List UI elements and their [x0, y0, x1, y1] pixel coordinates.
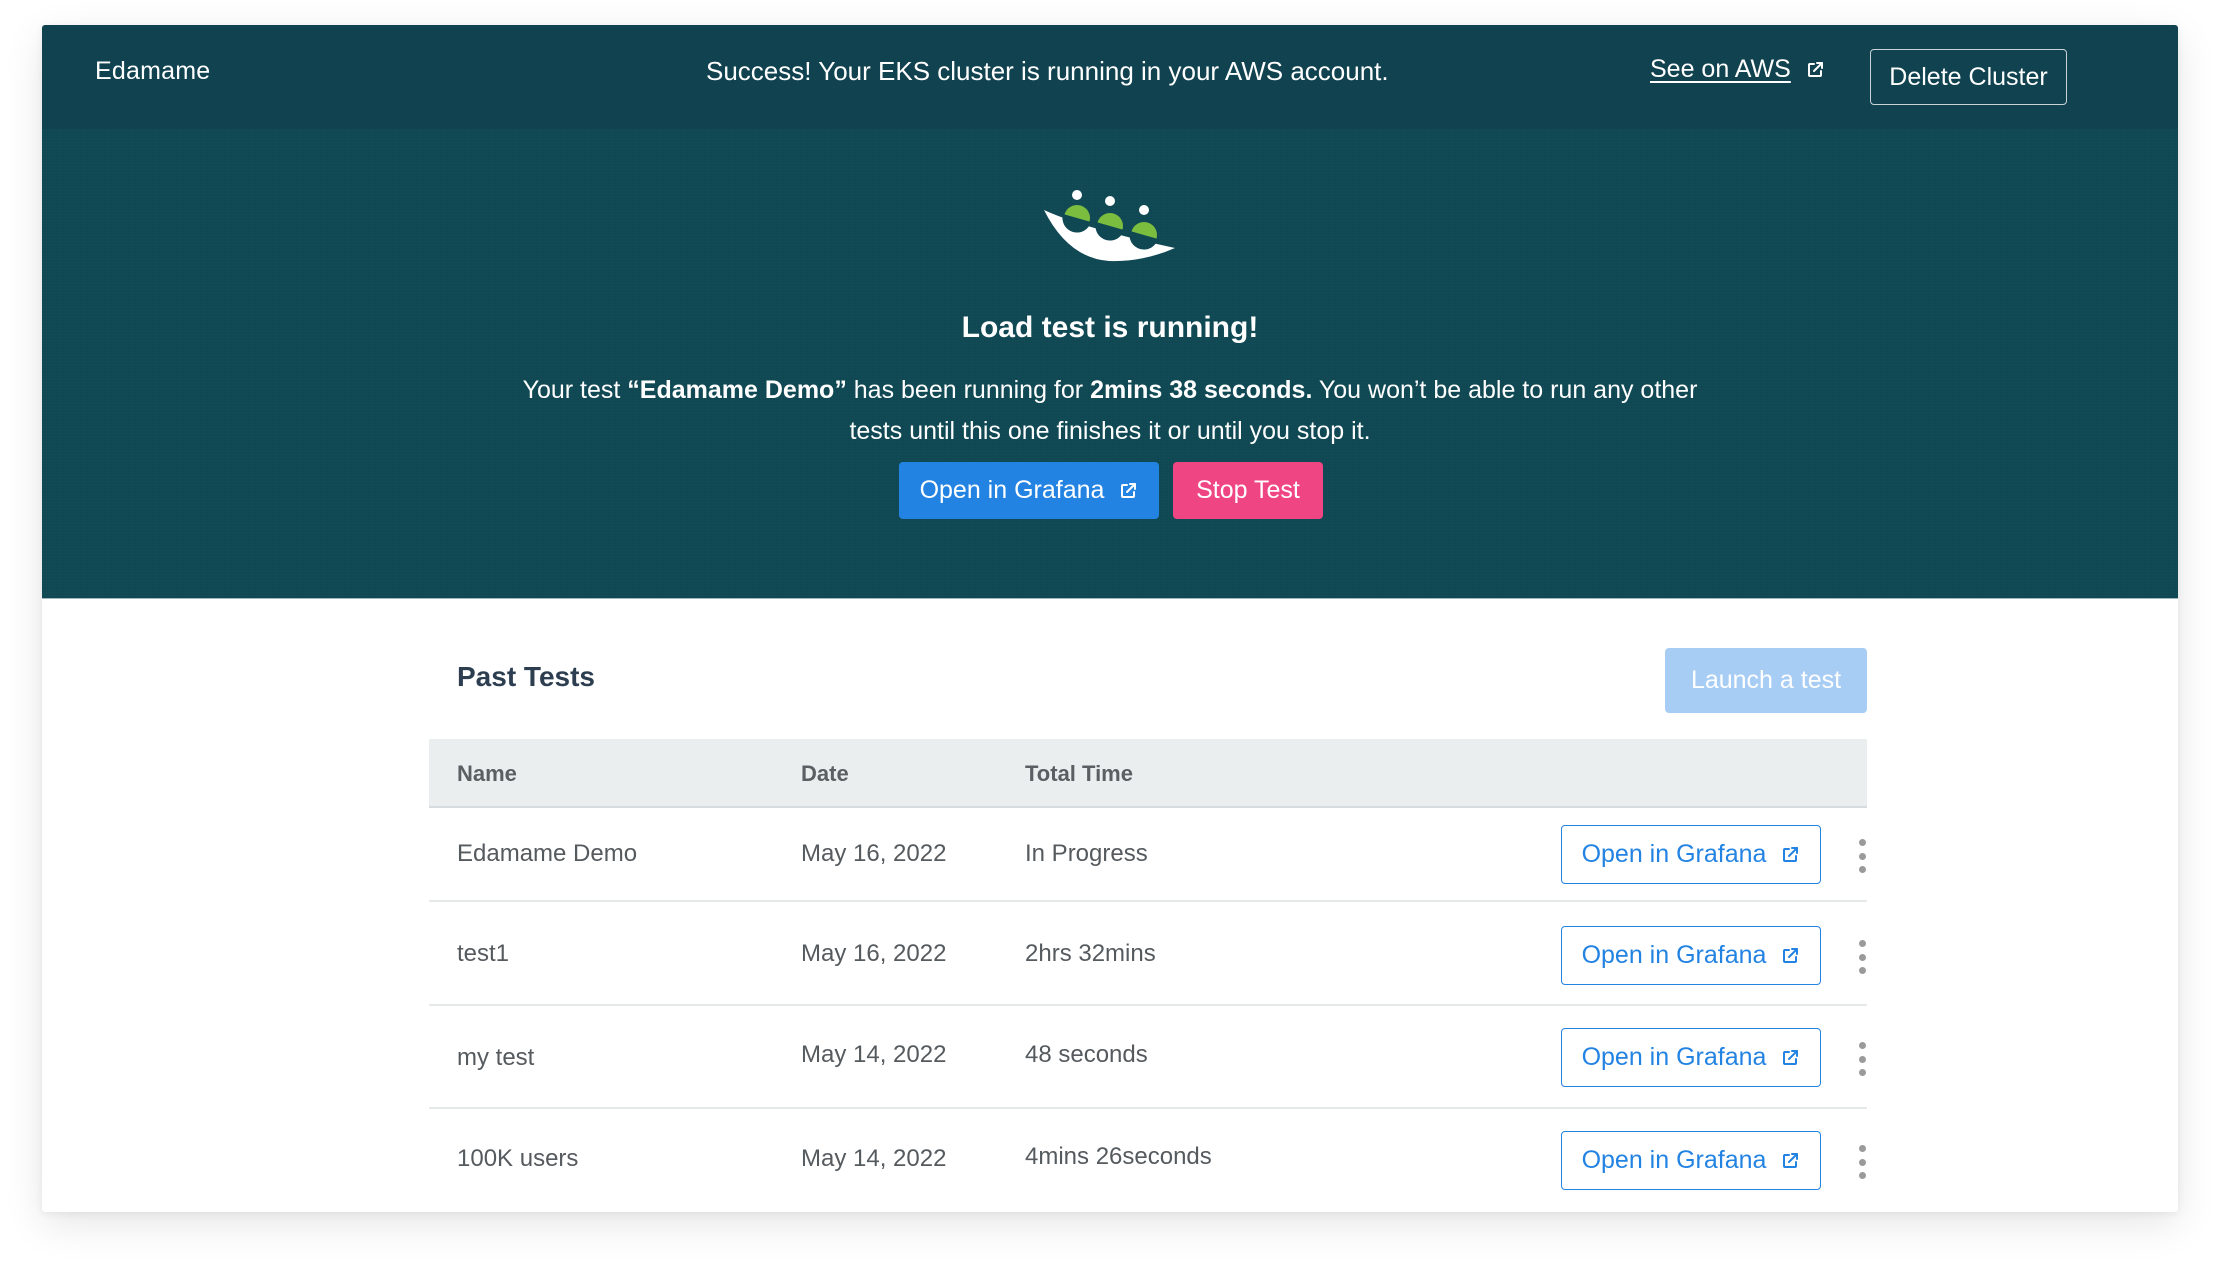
table-row: my test May 14, 2022 48 seconds Open in …: [429, 1006, 1867, 1109]
test-date: May 16, 2022: [801, 940, 947, 967]
table-row: Edamame Demo May 16, 2022 In Progress Op…: [429, 808, 1867, 902]
banner-success-label: Success!: [706, 56, 812, 86]
kebab-menu-icon[interactable]: [1856, 940, 1868, 974]
see-on-aws-label: See on AWS: [1650, 55, 1791, 83]
test-total-time: 48 seconds: [1025, 1041, 1148, 1068]
kebab-menu-icon[interactable]: [1856, 1145, 1868, 1179]
test-date: May 14, 2022: [801, 1145, 947, 1172]
test-name: test1: [457, 940, 510, 967]
external-link-icon: [1783, 846, 1799, 862]
row-open-in-grafana-button[interactable]: Open in Grafana: [1561, 1131, 1821, 1190]
past-tests-title: Past Tests: [457, 661, 595, 692]
table-header: Name Date Total Time: [429, 739, 1867, 808]
top-bar: Edamame Success! Your EKS cluster is run…: [42, 25, 2178, 129]
app-window: Edamame Success! Your EKS cluster is run…: [42, 25, 2178, 1212]
hero-description: Your test “Edamame Demo” has been runnin…: [510, 370, 1710, 452]
test-date: May 16, 2022: [801, 840, 947, 867]
see-on-aws-link[interactable]: See on AWS: [1650, 55, 1825, 84]
test-date: May 14, 2022: [801, 1041, 947, 1068]
column-header-total-time: Total Time: [1025, 761, 1133, 786]
kebab-menu-icon[interactable]: [1856, 1042, 1868, 1076]
table-row: 100K users May 14, 2022 4mins 26seconds …: [429, 1109, 1867, 1212]
open-in-grafana-label: Open in Grafana: [919, 476, 1105, 504]
test-name: Edamame Demo: [457, 840, 638, 867]
test-total-time: In Progress: [1025, 840, 1148, 867]
banner-message: Your EKS cluster is running in your AWS …: [811, 56, 1389, 86]
test-total-time: 2hrs 32mins: [1025, 940, 1156, 967]
edamame-logo-icon: [1044, 190, 1175, 262]
row-open-in-grafana-button[interactable]: Open in Grafana: [1561, 926, 1821, 985]
hero-text-part: Your test: [522, 376, 628, 404]
brand-name: Edamame: [95, 57, 211, 85]
elapsed-time: 2mins 38 seconds.: [1090, 376, 1313, 404]
open-in-grafana-button[interactable]: Open in Grafana: [899, 462, 1159, 519]
running-test-name: “Edamame Demo”: [627, 376, 847, 404]
test-name: my test: [457, 1044, 535, 1071]
test-name: 100K users: [457, 1145, 579, 1172]
column-header-name: Name: [457, 761, 517, 786]
row-open-in-grafana-label: Open in Grafana: [1581, 1146, 1767, 1174]
test-total-time: 4mins 26seconds: [1025, 1143, 1212, 1170]
external-link-icon: [1807, 61, 1823, 77]
row-open-in-grafana-button[interactable]: Open in Grafana: [1561, 825, 1821, 884]
row-open-in-grafana-label: Open in Grafana: [1581, 1043, 1767, 1071]
launch-test-button[interactable]: Launch a test: [1665, 648, 1867, 713]
external-link-icon: [1783, 947, 1799, 963]
stop-test-button[interactable]: Stop Test: [1173, 462, 1323, 519]
row-open-in-grafana-button[interactable]: Open in Grafana: [1561, 1028, 1821, 1087]
success-banner: Success! Your EKS cluster is running in …: [706, 56, 1506, 87]
past-tests-table: Name Date Total Time Edamame Demo May 16…: [429, 739, 1867, 1212]
hero-title: Load test is running!: [961, 311, 1259, 344]
running-test-hero: Load test is running! Your test “Edamame…: [42, 129, 2178, 599]
external-link-icon: [1783, 1152, 1799, 1168]
column-header-date: Date: [801, 761, 849, 786]
delete-cluster-button[interactable]: Delete Cluster: [1870, 49, 2067, 105]
hero-actions: Open in Grafana Stop Test: [899, 462, 1323, 519]
external-link-icon: [1121, 482, 1137, 498]
row-open-in-grafana-label: Open in Grafana: [1581, 941, 1767, 969]
table-row: test1 May 16, 2022 2hrs 32mins Open in G…: [429, 902, 1867, 1006]
kebab-menu-icon[interactable]: [1856, 839, 1868, 873]
hero-text-part: has been running for: [846, 376, 1091, 404]
external-link-icon: [1783, 1049, 1799, 1065]
row-open-in-grafana-label: Open in Grafana: [1581, 840, 1767, 868]
